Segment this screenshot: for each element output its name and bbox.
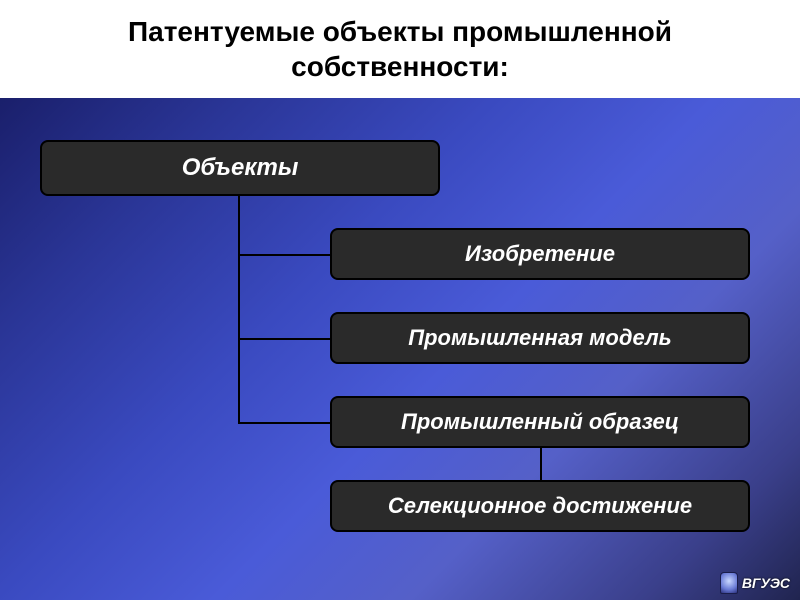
node-root: Объекты bbox=[40, 140, 440, 196]
node-child-1: Изобретение bbox=[330, 228, 750, 280]
node-child-3: Промышленный образец bbox=[330, 396, 750, 448]
node-child-1-label: Изобретение bbox=[465, 241, 615, 267]
node-child-3-label: Промышленный образец bbox=[401, 409, 679, 435]
node-child-2-label: Промышленная модель bbox=[408, 325, 671, 351]
node-child-2: Промышленная модель bbox=[330, 312, 750, 364]
diagram-canvas: Объекты Изобретение Промышленная модель … bbox=[0, 98, 800, 600]
slide-title: Патентуемые объекты промышленной собстве… bbox=[30, 14, 770, 84]
node-child-4: Селекционное достижение bbox=[330, 480, 750, 532]
logo-emblem-icon bbox=[720, 572, 738, 594]
footer-logo: ВГУЭС bbox=[720, 572, 790, 594]
slide-title-area: Патентуемые объекты промышленной собстве… bbox=[0, 0, 800, 98]
connector-branch-2 bbox=[238, 338, 330, 340]
connector-branch-3 bbox=[238, 422, 330, 424]
connector-trunk bbox=[238, 196, 240, 422]
node-child-4-label: Селекционное достижение bbox=[388, 493, 692, 519]
connector-branch-1 bbox=[238, 254, 330, 256]
node-root-label: Объекты bbox=[182, 154, 299, 182]
logo-text: ВГУЭС bbox=[742, 575, 790, 591]
